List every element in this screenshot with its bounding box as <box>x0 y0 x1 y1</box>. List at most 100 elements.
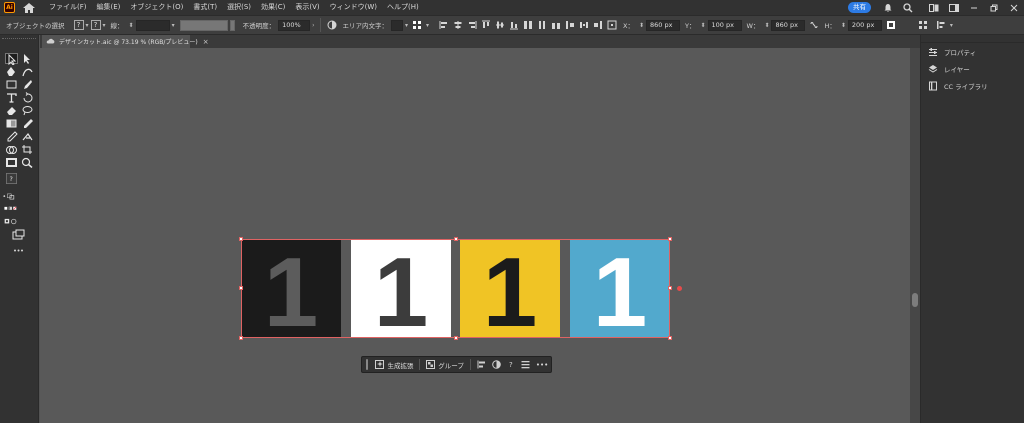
chevron-right-icon[interactable]: › <box>312 22 314 29</box>
bell-icon[interactable] <box>882 2 894 14</box>
align-left-icon[interactable] <box>477 360 486 370</box>
panel-grip[interactable] <box>2 38 36 41</box>
align-left-icon[interactable] <box>439 20 449 30</box>
link-icon[interactable] <box>809 20 819 30</box>
distribute-right-icon[interactable] <box>593 20 603 30</box>
rotation-handle[interactable] <box>677 286 682 291</box>
share-button[interactable]: 共有 <box>848 2 871 13</box>
grid-icon[interactable] <box>412 20 422 30</box>
screen-mode-icon[interactable] <box>12 229 25 240</box>
search-icon[interactable] <box>902 2 914 14</box>
y-field[interactable]: 100 px <box>707 19 742 31</box>
chevron-down-icon[interactable]: ▾ <box>103 22 106 29</box>
menu-file[interactable]: ファイル(F) <box>44 0 92 15</box>
selection-handle[interactable] <box>668 286 672 290</box>
close-icon[interactable]: × <box>203 38 209 46</box>
type-tool-icon[interactable] <box>5 92 18 103</box>
more-icon[interactable]: ••• <box>536 360 548 370</box>
menu-window[interactable]: ウィンドウ(W) <box>325 0 382 15</box>
arrange-documents-icon[interactable] <box>928 2 940 14</box>
close-icon[interactable] <box>1008 2 1020 14</box>
distribute-center-icon[interactable] <box>537 20 547 30</box>
help-icon[interactable]: ? <box>507 360 515 370</box>
artboard-tile[interactable]: 1 <box>460 240 560 338</box>
scrollbar-thumb[interactable] <box>912 293 918 307</box>
crop-tool-icon[interactable] <box>21 144 34 155</box>
align-panel-icon[interactable] <box>936 20 946 30</box>
fill-swatch[interactable]: ? <box>73 20 84 30</box>
group-button[interactable]: グループ <box>423 358 467 371</box>
recolor-icon[interactable] <box>491 360 501 370</box>
align-top-icon[interactable] <box>481 20 491 30</box>
menu-help[interactable]: ヘルプ(H) <box>382 0 424 15</box>
align-center-h-icon[interactable] <box>453 20 463 30</box>
menu-object[interactable]: オブジェクト(O) <box>125 0 188 15</box>
menu-effect[interactable]: 効果(C) <box>256 0 290 15</box>
artboard-tile[interactable]: 1 <box>570 240 670 338</box>
stepper-icon[interactable]: ⬍ <box>841 22 846 29</box>
rotate-tool-icon[interactable] <box>21 92 34 103</box>
menu-select[interactable]: 選択(S) <box>222 0 256 15</box>
selection-tool-icon[interactable] <box>5 53 18 65</box>
generative-expand-button[interactable]: 生成拡張 <box>372 358 416 371</box>
distribute-left-icon[interactable] <box>565 20 575 30</box>
gradient-tool-icon[interactable] <box>5 118 18 129</box>
brush-tool-icon[interactable] <box>21 79 34 90</box>
selection-handle[interactable] <box>239 237 243 241</box>
minimize-icon[interactable] <box>968 2 980 14</box>
menu-edit[interactable]: 編集(E) <box>92 0 126 15</box>
selection-handle[interactable] <box>668 336 672 340</box>
shape-builder-tool-icon[interactable] <box>5 144 18 155</box>
edit-toolbar-icon[interactable] <box>12 245 25 256</box>
direct-selection-tool-icon[interactable] <box>21 53 34 64</box>
chevron-down-icon[interactable]: ▾ <box>86 22 89 29</box>
taskbar-grip[interactable] <box>366 359 369 370</box>
zoom-tool-icon[interactable] <box>21 157 34 168</box>
distribute-bottom-icon[interactable] <box>551 20 561 30</box>
h-field[interactable]: 200 px <box>847 19 882 31</box>
eyedropper-tool-icon[interactable] <box>21 118 34 129</box>
blend-tool-icon[interactable] <box>5 131 18 142</box>
artboard-tool-icon[interactable] <box>5 157 18 168</box>
chevron-down-icon[interactable]: ▾ <box>172 22 175 29</box>
selection-handle[interactable] <box>239 336 243 340</box>
align-center-v-icon[interactable] <box>495 20 505 30</box>
artboard-tile[interactable]: 1 <box>351 240 451 338</box>
stroke-swatch[interactable]: ? <box>90 20 101 30</box>
document-tab[interactable]: デザインカット.aic @ 73.19 % (RGB/プレビュー) × <box>42 35 209 48</box>
opacity-field[interactable]: 100% <box>278 19 311 31</box>
area-type-field[interactable] <box>390 19 403 31</box>
stepper-icon[interactable]: ⬍ <box>639 22 644 29</box>
color-mode-icon[interactable] <box>4 203 36 213</box>
distribute-top-icon[interactable] <box>523 20 533 30</box>
variable-width-profile[interactable] <box>179 19 228 31</box>
workspace-icon[interactable] <box>948 2 960 14</box>
selection-handle[interactable] <box>668 237 672 241</box>
draw-mode-icon[interactable] <box>4 216 24 226</box>
stepper-icon[interactable]: ⬍ <box>764 22 769 29</box>
width-tool-icon[interactable] <box>21 131 34 142</box>
panel-header[interactable] <box>921 35 1024 43</box>
panel-options-icon[interactable] <box>918 20 928 30</box>
selection-handle[interactable] <box>454 336 458 340</box>
menu-type[interactable]: 書式(T) <box>188 0 222 15</box>
curvature-tool-icon[interactable] <box>21 66 34 77</box>
selection-handle[interactable] <box>454 237 458 241</box>
panel-tab-cc-libraries[interactable]: CC ライブラリ <box>921 77 1024 94</box>
distribute-h-icon[interactable] <box>579 20 589 30</box>
chevron-down-icon[interactable]: ▾ <box>950 22 953 29</box>
stepper-icon[interactable]: ⬍ <box>129 22 134 29</box>
x-field[interactable]: 860 px <box>646 19 680 31</box>
pen-tool-icon[interactable] <box>5 66 18 77</box>
selection-handle[interactable] <box>239 286 243 290</box>
eraser-tool-icon[interactable] <box>5 105 18 116</box>
recolor-icon[interactable] <box>327 20 337 30</box>
transform-reference-icon[interactable] <box>607 20 617 30</box>
brush-definition[interactable] <box>229 19 235 31</box>
unknown-tool-icon[interactable]: ? <box>5 173 19 187</box>
stepper-icon[interactable]: ⬍ <box>700 22 705 29</box>
panel-tab-layers[interactable]: レイヤー <box>921 60 1024 77</box>
panel-tab-properties[interactable]: プロパティ <box>921 43 1024 60</box>
more-options-icon[interactable] <box>886 20 896 30</box>
artboard-tile[interactable]: 1 <box>241 240 341 338</box>
